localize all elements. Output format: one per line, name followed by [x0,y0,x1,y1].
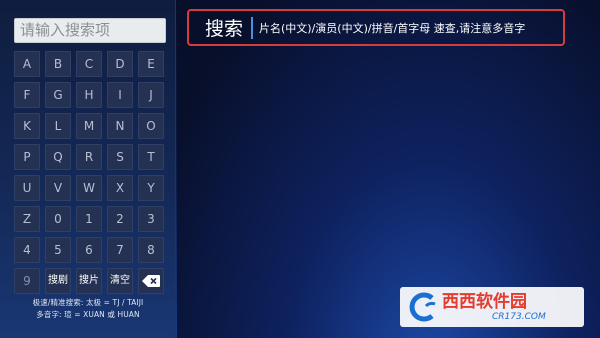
key-m[interactable]: M [76,113,102,139]
key-2[interactable]: 2 [107,206,133,232]
key-a[interactable]: A [14,51,40,77]
backspace-button[interactable] [138,268,164,294]
search-description: 片名(中文)/演员(中文)/拼音/首字母 速查,请注意多音字 [259,21,526,35]
search-series-button[interactable]: 搜剧 [45,268,71,294]
cr-logo-icon [409,292,436,322]
key-u[interactable]: U [14,175,40,201]
key-4[interactable]: 4 [14,237,40,263]
key-x[interactable]: X [107,175,133,201]
hint-polyphone: 多音字: 瑄 = XUAN 或 HUAN [36,310,140,319]
key-r[interactable]: R [76,144,102,170]
key-g[interactable]: G [45,82,71,108]
divider [251,16,254,39]
key-f[interactable]: F [14,82,40,108]
key-z[interactable]: Z [14,206,40,232]
key-n[interactable]: N [107,113,133,139]
key-j[interactable]: J [138,82,164,108]
search-movie-button[interactable]: 搜片 [76,268,102,294]
watermark-logo: 西西软件园 CR173.COM [400,287,584,327]
clear-button[interactable]: 清空 [107,268,133,294]
key-i[interactable]: I [107,82,133,108]
key-3[interactable]: 3 [138,206,164,232]
key-o[interactable]: O [138,113,164,139]
key-w[interactable]: W [76,175,102,201]
page-title: 搜索 [205,18,244,40]
key-v[interactable]: V [45,175,71,201]
watermark-text: 西西软件园 CR173.COM [442,292,546,323]
key-p[interactable]: P [14,144,40,170]
key-e[interactable]: E [138,51,164,77]
backspace-icon [142,275,160,287]
key-8[interactable]: 8 [138,237,164,263]
key-1[interactable]: 1 [76,206,102,232]
key-t[interactable]: T [138,144,164,170]
key-h[interactable]: H [76,82,102,108]
key-d[interactable]: D [107,51,133,77]
hint-fuzzy-search: 极速/精准搜索: 太极 = TJ / TAIJI [32,298,144,307]
watermark-brand: 西西软件园 [442,291,527,312]
watermark-url: CR173.COM [492,311,546,322]
key-q[interactable]: Q [45,144,71,170]
key-y[interactable]: Y [138,175,164,201]
key-5[interactable]: 5 [45,237,71,263]
key-s[interactable]: S [107,144,133,170]
key-6[interactable]: 6 [76,237,102,263]
keyboard-panel: 请输入搜索项 A B C D E F G H I J K L M N O P Q… [0,0,176,338]
key-0[interactable]: 0 [45,206,71,232]
virtual-keyboard: A B C D E F G H I J K L M N O P Q R S T … [14,51,168,294]
search-input[interactable]: 请输入搜索项 [14,18,166,43]
key-c[interactable]: C [76,51,102,77]
key-7[interactable]: 7 [107,237,133,263]
key-9[interactable]: 9 [14,268,40,294]
search-header: 搜索 片名(中文)/演员(中文)/拼音/首字母 速查,请注意多音字 [187,9,565,46]
key-b[interactable]: B [45,51,71,77]
key-l[interactable]: L [45,113,71,139]
key-k[interactable]: K [14,113,40,139]
